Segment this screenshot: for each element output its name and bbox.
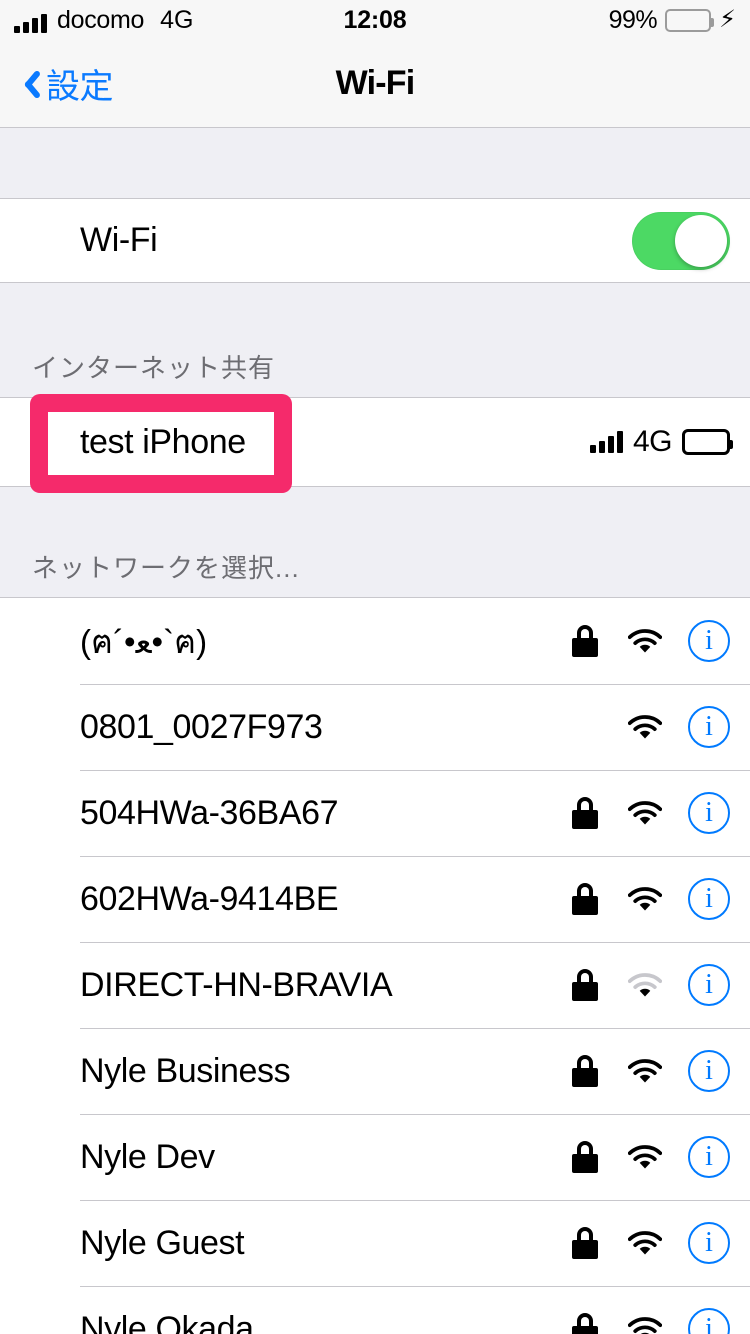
network-info-button[interactable]: i	[688, 792, 730, 834]
wifi-signal-icon	[628, 970, 662, 1000]
lock-icon	[568, 1227, 602, 1259]
network-row[interactable]: Nyle Guest i	[0, 1200, 750, 1286]
lock-icon	[568, 625, 602, 657]
network-ssid-label: (ฅ´•ﻌ•`ฅ)	[80, 622, 208, 660]
wifi-signal-icon	[628, 712, 662, 742]
hotspot-section-header: インターネット共有	[0, 283, 750, 397]
network-ssid-label: 602HWa-9414BE	[80, 879, 339, 918]
lock-icon	[568, 1055, 602, 1087]
personal-hotspot-row[interactable]: test iPhone 4G	[0, 397, 750, 487]
wifi-settings-screen: docomo 4G 12:08 99% ⚡ 設定 Wi-Fi Wi-Fi インタ…	[0, 0, 750, 1334]
lock-icon	[568, 969, 602, 1001]
navigation-bar: 設定 Wi-Fi	[0, 40, 750, 128]
network-row-icons: i	[568, 706, 730, 748]
hotspot-signal-icon	[589, 431, 623, 453]
network-row-icons: i	[568, 792, 730, 834]
network-info-button[interactable]: i	[688, 1222, 730, 1264]
network-ssid-label: Nyle Guest	[80, 1223, 245, 1262]
network-row-icons: i	[568, 878, 730, 920]
battery-icon	[665, 8, 715, 32]
network-ssid-label: Nyle Okada	[80, 1309, 254, 1334]
network-info-button[interactable]: i	[688, 706, 730, 748]
network-ssid-label: 504HWa-36BA67	[80, 793, 339, 832]
network-ssid-label: Nyle Business	[80, 1051, 291, 1090]
hotspot-network-type: 4G	[632, 425, 673, 458]
network-row-icons: i	[568, 964, 730, 1006]
lock-icon	[568, 1141, 602, 1173]
lock-icon	[568, 883, 602, 915]
wifi-signal-icon	[628, 1314, 662, 1334]
hotspot-device-name: test iPhone	[80, 422, 246, 461]
network-row[interactable]: 602HWa-9414BE i	[0, 856, 750, 942]
network-row[interactable]: 504HWa-36BA67 i	[0, 770, 750, 856]
network-info-button[interactable]: i	[688, 878, 730, 920]
wifi-signal-icon	[628, 1228, 662, 1258]
network-row-icons: i	[568, 1050, 730, 1092]
network-info-button[interactable]: i	[688, 620, 730, 662]
network-info-button[interactable]: i	[688, 1308, 730, 1334]
network-row[interactable]: DIRECT-HN-BRAVIA i	[0, 942, 750, 1028]
status-bar: docomo 4G 12:08 99% ⚡	[0, 0, 750, 40]
network-ssid-label: DIRECT-HN-BRAVIA	[80, 965, 393, 1004]
hotspot-status-icons: 4G	[589, 425, 733, 459]
lock-icon	[568, 1313, 602, 1334]
network-info-button[interactable]: i	[688, 1050, 730, 1092]
hotspot-battery-icon	[682, 429, 733, 455]
status-bar-right: 99% ⚡	[609, 6, 736, 35]
lock-icon	[568, 797, 602, 829]
network-row[interactable]: Nyle Business i	[0, 1028, 750, 1114]
network-row[interactable]: (ฅ´•ﻌ•`ฅ) i	[0, 598, 750, 684]
network-row[interactable]: Nyle Dev i	[0, 1114, 750, 1200]
network-row-icons: i	[568, 1308, 730, 1334]
wifi-signal-icon	[628, 1056, 662, 1086]
network-row[interactable]: Nyle Okada i	[0, 1286, 750, 1334]
wifi-signal-icon	[628, 626, 662, 656]
section-gap-top	[0, 128, 750, 198]
battery-percent-label: 99%	[608, 5, 658, 34]
wifi-toggle-switch[interactable]	[632, 211, 730, 270]
wifi-signal-icon	[628, 798, 662, 828]
network-ssid-label: 0801_0027F973	[80, 707, 323, 746]
wifi-signal-icon	[628, 884, 662, 914]
network-row[interactable]: 0801_0027F973 i	[0, 684, 750, 770]
wifi-toggle-row[interactable]: Wi-Fi	[0, 198, 750, 283]
wifi-signal-icon	[628, 1142, 662, 1172]
networks-section-header: ネットワークを選択...	[0, 487, 750, 597]
network-row-icons: i	[568, 1222, 730, 1264]
bolt-icon: ⚡	[719, 6, 736, 33]
toggle-knob	[675, 214, 727, 267]
wifi-toggle-label: Wi-Fi	[80, 221, 158, 259]
network-row-icons: i	[568, 620, 730, 662]
page-title: Wi-Fi	[335, 64, 416, 102]
network-row-icons: i	[568, 1136, 730, 1178]
network-list: (ฅ´•ﻌ•`ฅ) i 0801_0027F973 i 504HWa-36BA67 i 60…	[0, 597, 750, 1334]
network-info-button[interactable]: i	[688, 1136, 730, 1178]
network-info-button[interactable]: i	[688, 964, 730, 1006]
network-ssid-label: Nyle Dev	[80, 1137, 215, 1176]
